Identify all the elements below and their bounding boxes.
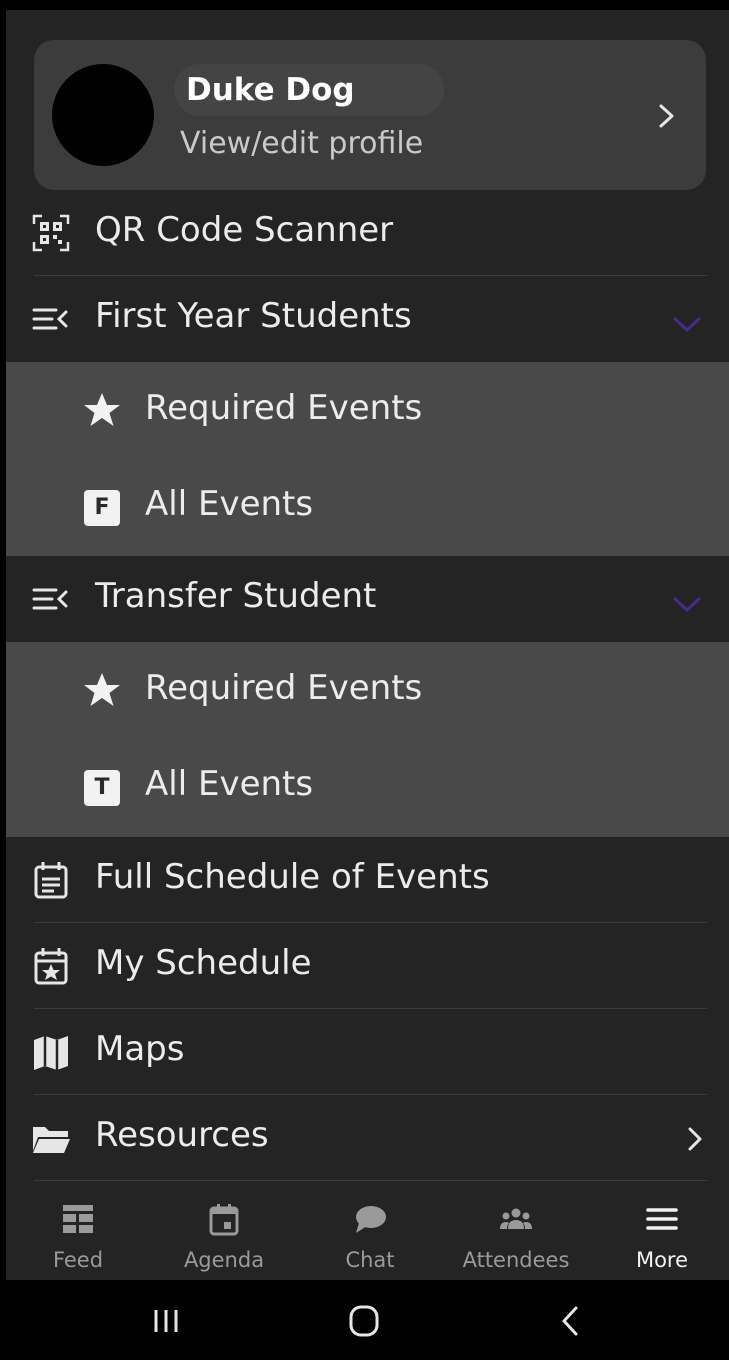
menu-group-first-year-students[interactable]: First Year Students [6, 276, 729, 362]
feed-icon [63, 1205, 93, 1233]
submenu-item-label: All Events [145, 484, 314, 524]
people-icon [500, 1208, 532, 1229]
chat-bubble-icon [356, 1206, 386, 1233]
qr-code-icon [32, 214, 70, 252]
submenu-item-label: All Events [145, 764, 314, 804]
star-icon [84, 393, 120, 426]
tab-label: Agenda [183, 1248, 265, 1272]
tab-label: More [635, 1248, 689, 1272]
profile-name-pill: Duke Dog [174, 64, 444, 116]
chevron-down-icon[interactable] [669, 314, 705, 336]
menu-item-label: My Schedule [95, 943, 312, 983]
menu-item-resources[interactable]: Resources [6, 1095, 729, 1181]
folder-open-icon [33, 1127, 70, 1153]
menu-group-label: First Year Students [95, 296, 412, 336]
more-menu-screen: Duke Dog View/edit profile QR Code Scann… [6, 10, 729, 1280]
avatar[interactable] [52, 64, 154, 166]
transfer-submenu: Required Events T All Events [6, 642, 729, 837]
first-year-submenu: Required Events F All Events [6, 362, 729, 556]
recent-apps-icon[interactable] [136, 1298, 196, 1344]
submenu-item-transfer-required-events[interactable]: Required Events [6, 642, 729, 738]
menu-item-label: Full Schedule of Events [95, 857, 490, 897]
tab-label: Attendees [462, 1248, 570, 1272]
submenu-item-label: Required Events [145, 668, 423, 708]
menu-group-transfer-student[interactable]: Transfer Student [6, 556, 729, 642]
menu-item-my-schedule[interactable]: My Schedule [6, 923, 729, 1009]
tab-attendees[interactable]: Attendees [456, 1192, 576, 1280]
menu-item-label: Resources [95, 1115, 269, 1155]
back-icon[interactable] [540, 1298, 600, 1344]
list-collapse-icon [32, 308, 68, 330]
tab-agenda[interactable]: Agenda [164, 1192, 284, 1280]
system-navigation-bar [0, 1280, 729, 1360]
tab-chat[interactable]: Chat [310, 1192, 430, 1280]
submenu-item-transfer-all-events[interactable]: T All Events [6, 738, 729, 834]
profile-card[interactable]: Duke Dog View/edit profile [34, 40, 706, 190]
submenu-item-first-year-required-events[interactable]: Required Events [6, 362, 729, 458]
list-collapse-icon [32, 588, 68, 610]
letter-t-icon: T [84, 770, 120, 806]
calendar-icon [209, 1204, 239, 1236]
phone-screen: Duke Dog View/edit profile QR Code Scann… [0, 0, 729, 1360]
submenu-item-label: Required Events [145, 388, 423, 428]
tab-more[interactable]: More [602, 1192, 722, 1280]
menu-item-label: QR Code Scanner [95, 210, 394, 250]
menu-item-full-schedule[interactable]: Full Schedule of Events [6, 837, 729, 923]
view-edit-profile-link[interactable]: View/edit profile [180, 126, 423, 161]
chevron-right-icon[interactable] [652, 96, 682, 136]
menu-item-maps[interactable]: Maps [6, 1009, 729, 1095]
menu-item-qr-code-scanner[interactable]: QR Code Scanner [6, 190, 729, 276]
tab-label: Feed [52, 1248, 104, 1272]
hamburger-icon [646, 1208, 678, 1230]
menu-item-label: Maps [95, 1029, 185, 1069]
tab-feed[interactable]: Feed [18, 1192, 138, 1280]
divider [34, 1180, 707, 1181]
calendar-list-icon [34, 862, 68, 899]
star-icon [84, 673, 120, 706]
tab-label: Chat [345, 1248, 395, 1272]
calendar-star-icon [34, 948, 68, 985]
chevron-right-icon[interactable] [681, 1121, 709, 1157]
map-icon [34, 1036, 68, 1070]
letter-f-icon: F [84, 490, 120, 526]
bottom-tab-bar: Feed Agenda Chat Attendees More [6, 1192, 729, 1280]
submenu-item-first-year-all-events[interactable]: F All Events [6, 458, 729, 554]
chevron-down-icon[interactable] [669, 594, 705, 616]
profile-name: Duke Dog [186, 72, 355, 108]
home-icon[interactable] [334, 1298, 394, 1344]
menu-group-label: Transfer Student [95, 576, 377, 616]
